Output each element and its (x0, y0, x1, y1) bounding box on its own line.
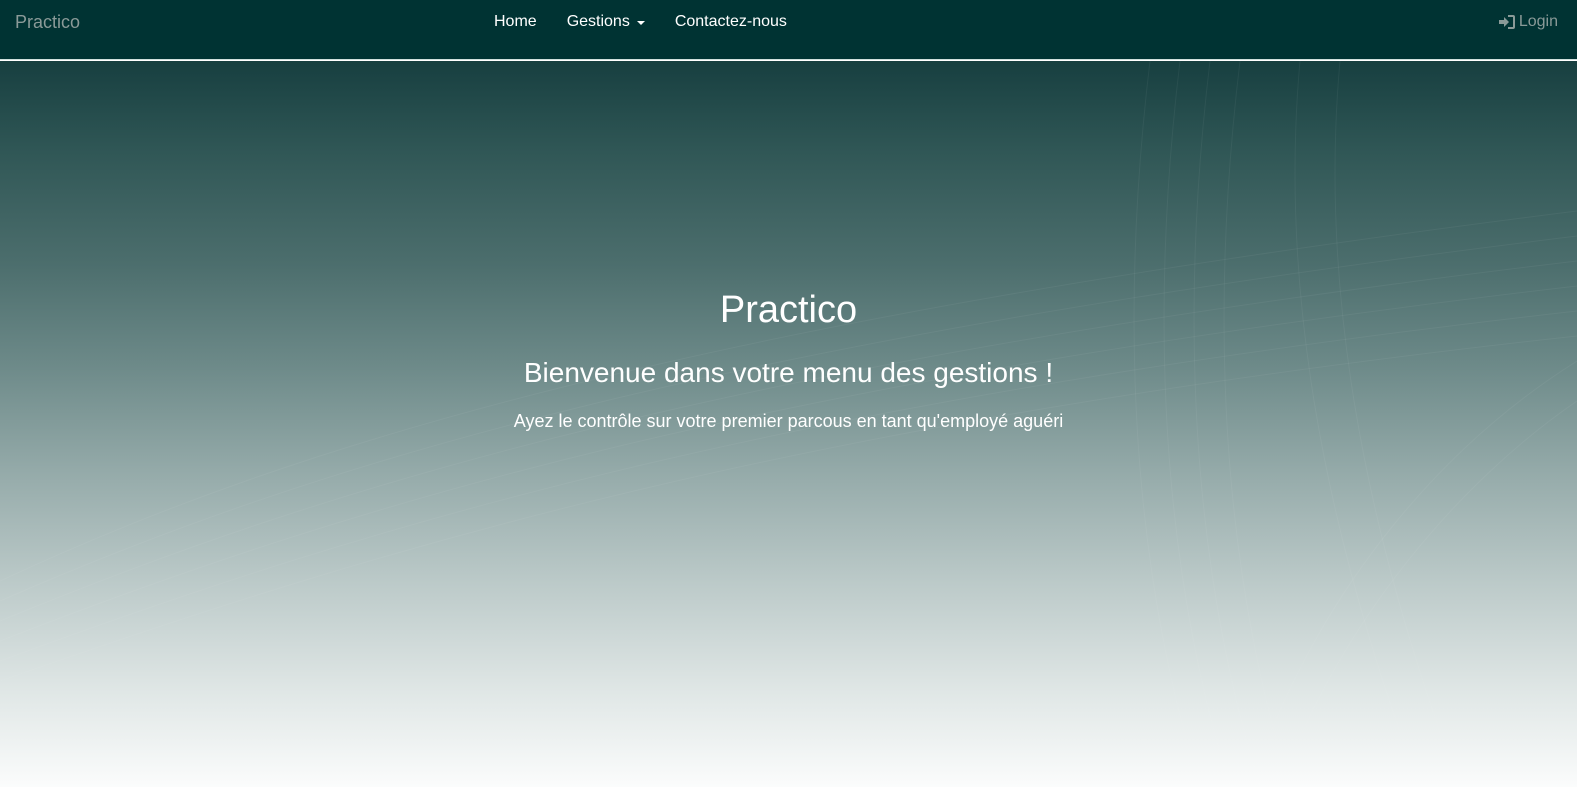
hero-section: Practico Bienvenue dans votre menu des g… (0, 61, 1577, 787)
nav-gestions-label: Gestions (566, 13, 630, 30)
nav-home-label: Home (494, 13, 537, 30)
brand-link[interactable]: Practico (15, 12, 80, 32)
sign-in-icon (1498, 15, 1515, 29)
hero-subtitle: Bienvenue dans votre menu des gestions ! (523, 357, 1054, 388)
nav-contact[interactable]: Contactez-nous (660, 0, 802, 44)
caret-down-icon (636, 21, 645, 25)
hero-description: Ayez le contrôle sur votre premier parco… (513, 411, 1064, 431)
nav-contact-label: Contactez-nous (674, 13, 787, 30)
hero-title: Practico (719, 289, 858, 331)
top-navbar: Practico Home Gestions Contactez-nous Lo… (0, 0, 1577, 60)
nav-gestions-dropdown[interactable]: Gestions (552, 0, 660, 44)
nav-links: Home Gestions Contactez-nous (479, 0, 802, 44)
nav-home[interactable]: Home (479, 0, 552, 44)
login-link[interactable]: Login (1498, 12, 1558, 32)
login-label: Login (1518, 13, 1558, 30)
